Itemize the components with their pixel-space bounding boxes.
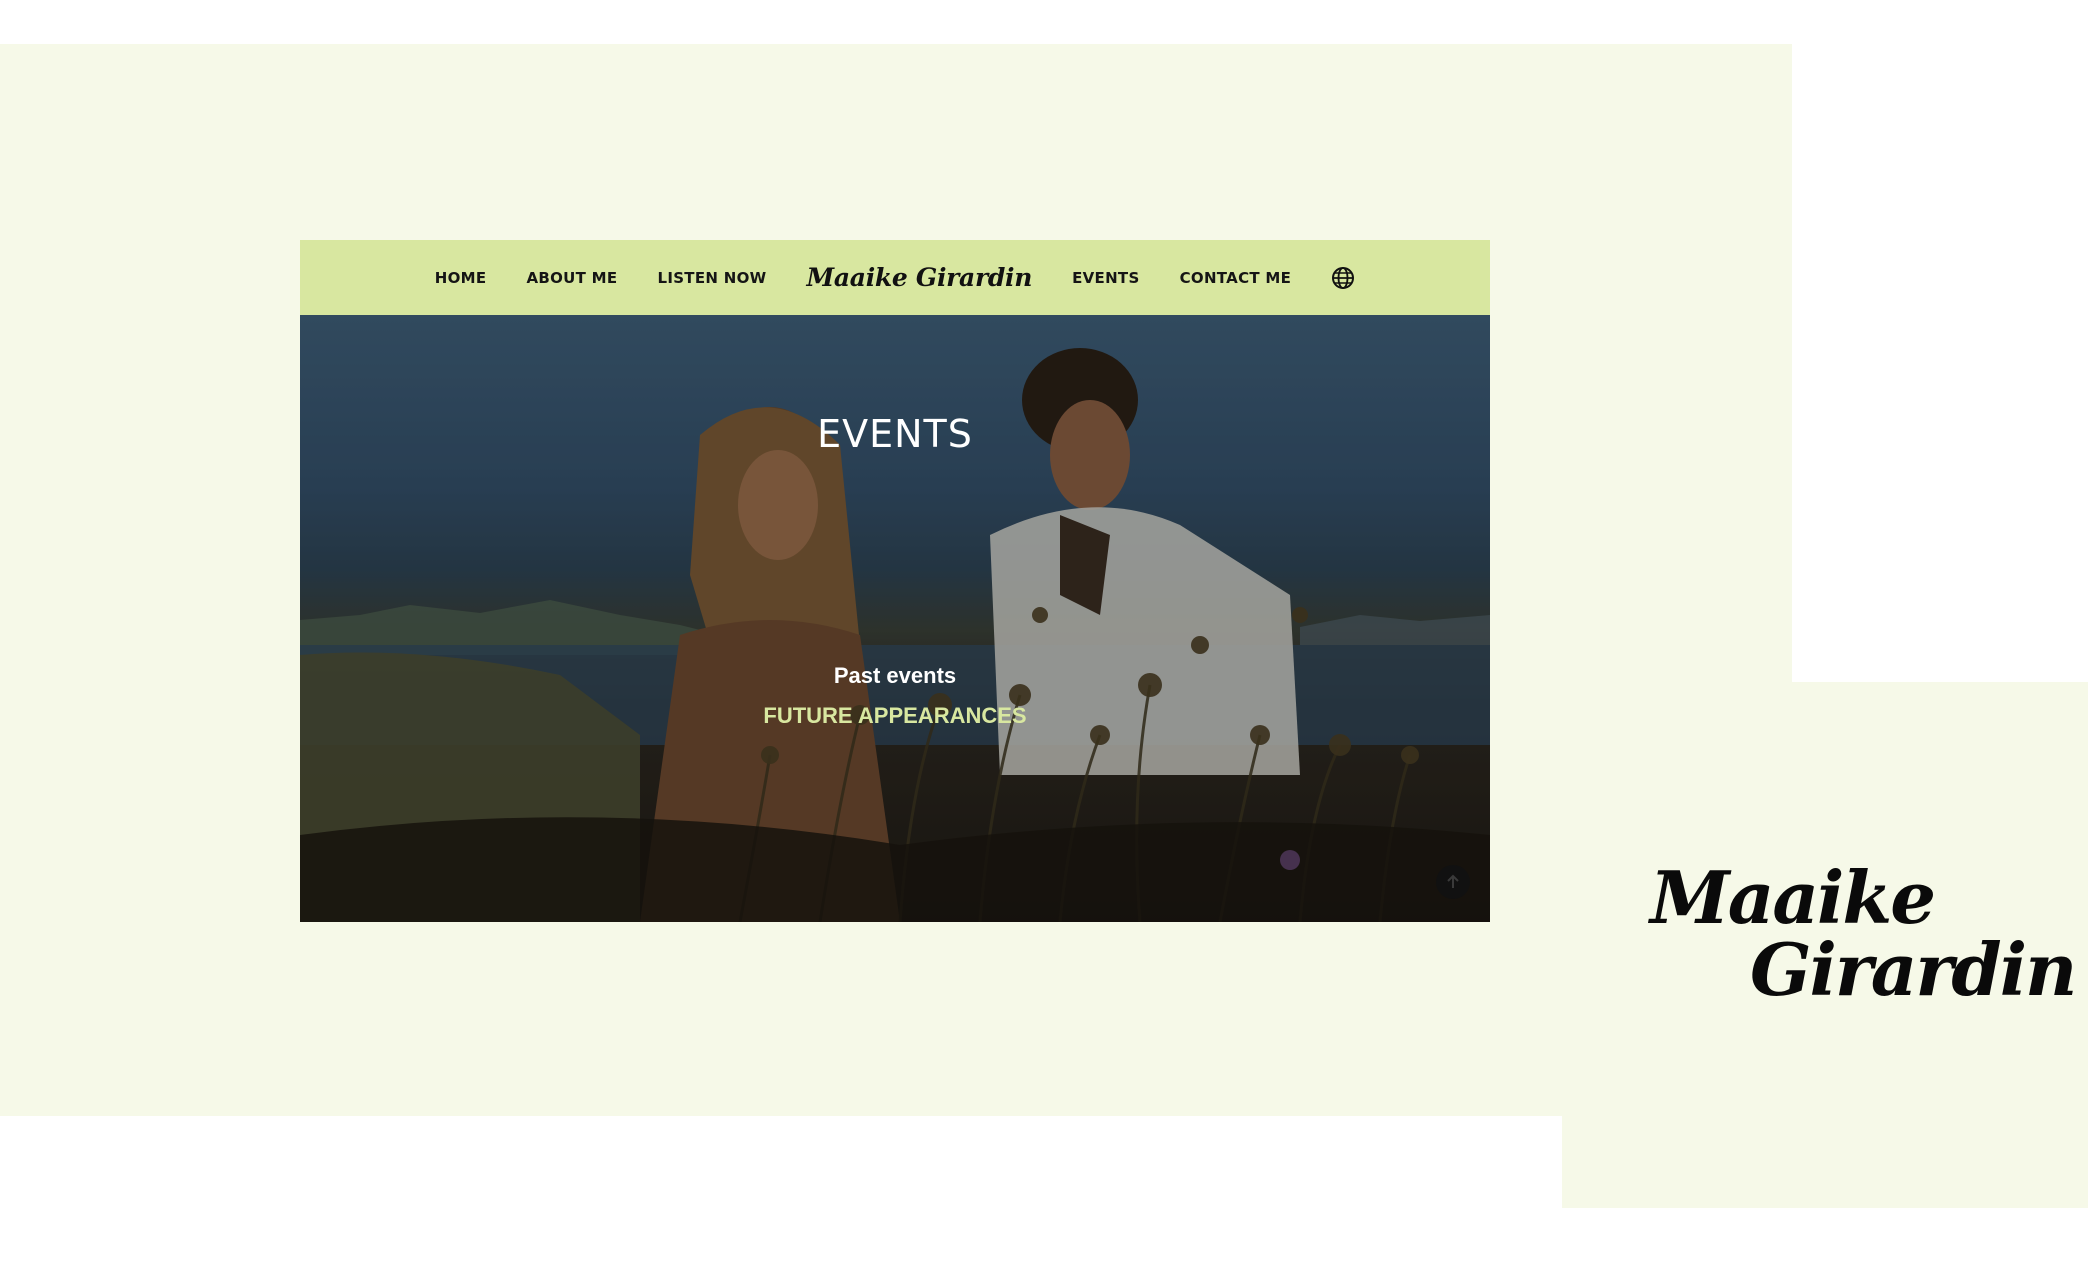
- globe-icon[interactable]: [1331, 266, 1355, 290]
- brand-logo-large: Maaike Girardin: [1650, 855, 2077, 1012]
- website-preview: HOME ABOUT ME LISTEN NOW Maaike Girardin…: [300, 240, 1490, 922]
- nav-brand-logo[interactable]: Maaike Girardin: [807, 263, 1033, 292]
- scroll-to-top-button[interactable]: [1436, 865, 1470, 899]
- logo-line-2: Girardin: [1750, 927, 2077, 1012]
- nav-listen-now[interactable]: LISTEN NOW: [657, 269, 766, 287]
- nav-events[interactable]: EVENTS: [1072, 269, 1140, 287]
- page: HOME ABOUT ME LISTEN NOW Maaike Girardin…: [0, 0, 2088, 1288]
- nav-about-me[interactable]: ABOUT ME: [526, 269, 617, 287]
- main-navigation: HOME ABOUT ME LISTEN NOW Maaike Girardin…: [300, 240, 1490, 315]
- events-hero: EVENTS Past events FUTURE APPEARANCES: [300, 315, 1490, 922]
- hero-photo: [300, 315, 1490, 922]
- arrow-up-icon: [1447, 874, 1459, 888]
- logo-line-1: Maaike: [1650, 855, 1936, 940]
- past-events-link[interactable]: Past events: [300, 663, 1490, 689]
- nav-home[interactable]: HOME: [435, 269, 487, 287]
- page-title: EVENTS: [817, 412, 973, 456]
- future-appearances-link[interactable]: FUTURE APPEARANCES: [300, 703, 1490, 729]
- nav-contact-me[interactable]: CONTACT ME: [1180, 269, 1292, 287]
